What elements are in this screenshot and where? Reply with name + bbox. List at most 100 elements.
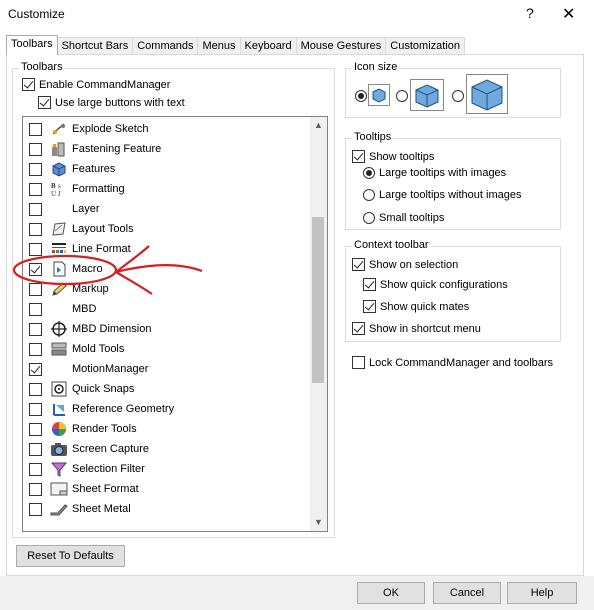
fastening-feature-checkbox[interactable] — [29, 143, 42, 156]
lock-commandmanager-checkbox[interactable] — [352, 356, 365, 369]
sheet-metal-icon — [50, 504, 68, 516]
show-quick-configurations-checkbox[interactable] — [363, 278, 376, 291]
close-icon[interactable]: ✕ — [562, 4, 575, 24]
selection-filter-checkbox[interactable] — [29, 463, 42, 476]
radio-label: Small tooltips — [379, 212, 445, 224]
layout-tools-icon — [52, 222, 66, 236]
dialog-footer: OK Cancel Help — [0, 576, 594, 610]
large-buttons-label: Use large buttons with text — [55, 96, 185, 109]
formatting-checkbox[interactable] — [29, 183, 42, 196]
scroll-thumb[interactable] — [312, 217, 324, 383]
explode-sketch-icon — [52, 123, 65, 135]
show-in-shortcut-menu-row[interactable]: Show in shortcut menu — [352, 322, 481, 335]
layer-checkbox[interactable] — [29, 203, 42, 216]
title-bar: Customize ? ✕ — [0, 0, 594, 30]
list-item-label: MBD Dimension — [72, 323, 152, 335]
tab-shortcut-bars[interactable]: Shortcut Bars — [56, 37, 134, 55]
enable-commandmanager-checkbox[interactable] — [22, 78, 35, 91]
mbd-dimension-checkbox[interactable] — [29, 323, 42, 336]
tab-customization[interactable]: Customization — [385, 37, 465, 55]
features-icon — [52, 162, 66, 177]
large-tooltips-no-images-radio[interactable] — [363, 189, 375, 201]
sheet-format-checkbox[interactable] — [29, 483, 42, 496]
ok-button[interactable]: OK — [357, 582, 425, 604]
list-item-label: Explode Sketch — [72, 123, 149, 135]
icon-size-medium-preview[interactable] — [410, 79, 444, 111]
features-checkbox[interactable] — [29, 163, 42, 176]
checkbox-label: Show quick mates — [380, 300, 470, 313]
reset-to-defaults-button[interactable]: Reset To Defaults — [16, 545, 125, 567]
list-item-label: Sheet Format — [72, 483, 139, 495]
small-tooltips-radio[interactable] — [363, 212, 375, 224]
sheet-metal-checkbox[interactable] — [29, 503, 42, 516]
radio-label: Large tooltips without images — [379, 189, 522, 201]
tab-toolbars[interactable]: Toolbars — [6, 35, 58, 55]
show-quick-configurations-row[interactable]: Show quick configurations — [363, 278, 508, 291]
explode-sketch-checkbox[interactable] — [29, 123, 42, 136]
lock-commandmanager-row[interactable]: Lock CommandManager and toolbars — [352, 356, 553, 369]
toolbar-list[interactable]: Explode Sketch Fastening Feature Feature… — [22, 116, 328, 532]
quick-snaps-checkbox[interactable] — [29, 383, 42, 396]
tab-keyboard[interactable]: Keyboard — [239, 37, 297, 55]
large-buttons-checkbox[interactable] — [38, 96, 51, 109]
show-tooltips-label: Show tooltips — [369, 150, 435, 163]
formatting-icon: B s U I — [51, 182, 61, 197]
quick-snaps-icon — [51, 381, 67, 397]
show-tooltips-row[interactable]: Show tooltips — [352, 150, 434, 163]
show-in-shortcut-menu-checkbox[interactable] — [352, 322, 365, 335]
show-on-selection-row[interactable]: Show on selection — [352, 258, 458, 271]
window-title: Customize — [8, 7, 65, 21]
tooltip-option-large-images[interactable]: Large tooltips with images — [363, 167, 506, 179]
reference-geometry-checkbox[interactable] — [29, 403, 42, 416]
icon-size-medium-icon — [415, 84, 439, 108]
list-scrollbar[interactable]: ▲ ▼ — [310, 117, 327, 531]
icon-size-medium-radio[interactable] — [396, 90, 408, 102]
tooltip-option-large-no-images[interactable]: Large tooltips without images — [363, 189, 521, 201]
list-item-label: Formatting — [72, 183, 125, 195]
show-tooltips-checkbox[interactable] — [352, 150, 365, 163]
tab-commands[interactable]: Commands — [132, 37, 199, 55]
checkbox-label: Show on selection — [369, 258, 459, 271]
large-buttons-row[interactable]: Use large buttons with text — [38, 96, 185, 109]
list-item-label: Render Tools — [72, 423, 137, 435]
mold-tools-checkbox[interactable] — [29, 343, 42, 356]
large-tooltips-images-radio[interactable] — [363, 167, 375, 179]
render-tools-checkbox[interactable] — [29, 423, 42, 436]
list-item-label: Fastening Feature — [72, 143, 162, 155]
help-button[interactable]: Help — [507, 582, 577, 604]
scroll-down-icon[interactable]: ▼ — [310, 514, 327, 531]
fastening-feature-icon — [52, 142, 65, 157]
show-quick-mates-checkbox[interactable] — [363, 300, 376, 313]
screen-capture-checkbox[interactable] — [29, 443, 42, 456]
icon-size-small-icon — [372, 88, 386, 103]
annotation-arrow — [12, 245, 203, 295]
show-quick-mates-row[interactable]: Show quick mates — [363, 300, 469, 313]
mold-tools-icon — [51, 342, 67, 356]
tooltip-option-small[interactable]: Small tooltips — [363, 212, 444, 224]
render-tools-icon — [52, 422, 66, 436]
icon-size-large-preview[interactable] — [466, 74, 508, 114]
tab-menus[interactable]: Menus — [197, 37, 241, 55]
list-item-label: Screen Capture — [72, 443, 150, 455]
icon-size-small-radio[interactable] — [355, 90, 367, 102]
list-item-label: Layer — [72, 203, 100, 215]
mbd-dimension-icon — [51, 321, 67, 337]
list-item-label: MBD — [72, 303, 97, 315]
help-icon[interactable]: ? — [526, 5, 534, 21]
icon-size-large-radio[interactable] — [452, 90, 464, 102]
tab-mouse-gestures[interactable]: Mouse Gestures — [295, 37, 387, 55]
show-on-selection-checkbox[interactable] — [352, 258, 365, 271]
cancel-button[interactable]: Cancel — [433, 582, 501, 604]
list-item-label: Features — [72, 163, 116, 175]
tooltips-legend: Tooltips — [352, 131, 394, 143]
context-toolbar-legend: Context toolbar — [352, 239, 431, 251]
icon-size-small-preview[interactable] — [368, 84, 390, 106]
scroll-up-icon[interactable]: ▲ — [310, 117, 327, 134]
enable-commandmanager-label: Enable CommandManager — [39, 78, 171, 91]
mbd-checkbox[interactable] — [29, 303, 42, 316]
motionmanager-checkbox[interactable] — [29, 363, 42, 376]
layout-tools-checkbox[interactable] — [29, 223, 42, 236]
icon-size-legend: Icon size — [352, 61, 400, 73]
list-item-label: MotionManager — [72, 363, 149, 375]
enable-commandmanager-row[interactable]: Enable CommandManager — [22, 78, 170, 91]
